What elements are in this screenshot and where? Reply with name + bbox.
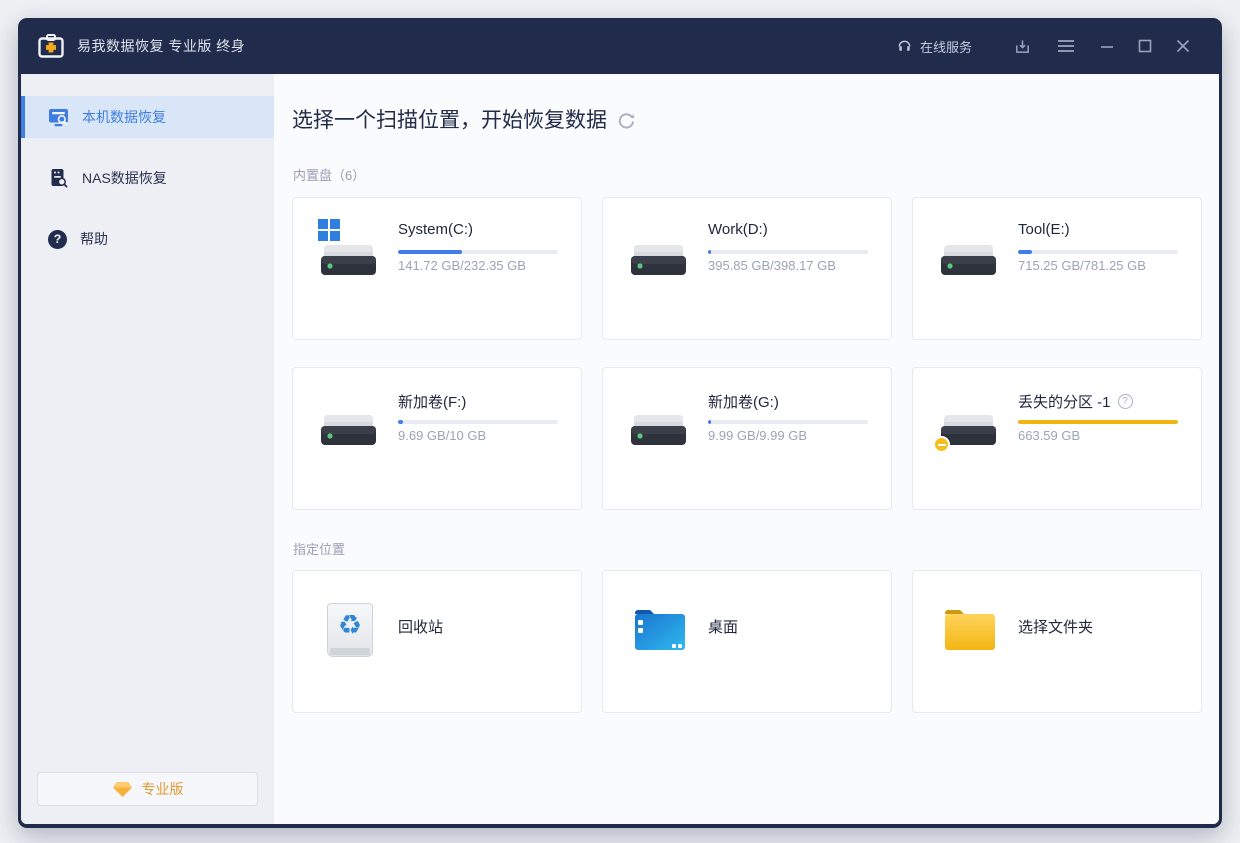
location-grid: ♻ 回收站: [292, 570, 1202, 713]
drive-card-work-d[interactable]: Work(D:) 395.85 GB/398.17 GB: [602, 197, 892, 340]
hard-drive-icon: [320, 243, 377, 277]
drive-usage-bar: [708, 420, 868, 424]
hard-drive-icon: [630, 413, 687, 447]
help-icon: ?: [48, 230, 67, 249]
recycle-bin-icon: ♻: [322, 602, 378, 658]
location-card-select-folder[interactable]: 选择文件夹: [912, 570, 1202, 713]
location-label: 选择文件夹: [1018, 571, 1093, 681]
location-label: 桌面: [708, 571, 738, 681]
drive-name: 新加卷(F:): [398, 391, 466, 412]
maximize-icon: [1138, 39, 1152, 53]
drive-name: System(C:): [398, 221, 473, 238]
sidebar-item-help[interactable]: ? 帮助: [21, 218, 274, 260]
app-window: 易我数据恢复 专业版 终身 在线服务: [18, 18, 1222, 828]
pro-edition-label: 专业版: [142, 779, 184, 799]
drive-usage-text: 715.25 GB/781.25 GB: [1018, 258, 1146, 273]
close-icon: [1176, 39, 1190, 53]
sidebar-item-nas-recovery[interactable]: NAS数据恢复: [21, 157, 274, 199]
location-label: 回收站: [398, 571, 443, 681]
location-card-desktop[interactable]: 桌面: [602, 570, 892, 713]
download-center-button[interactable]: [1001, 32, 1044, 61]
windows-logo-icon: [318, 219, 341, 242]
local-recovery-icon: [48, 107, 69, 128]
drive-name: 丢失的分区 -1 ?: [1018, 391, 1133, 412]
sidebar: 本机数据恢复 NAS数据恢复: [21, 74, 274, 824]
drive-grid-row-2: 新加卷(F:) 9.69 GB/10 GB: [292, 367, 1202, 510]
drive-usage-bar: [1018, 250, 1178, 254]
drive-name: 新加卷(G:): [708, 391, 779, 412]
section-label-specified-locations: 指定位置: [293, 539, 345, 558]
download-icon: [1014, 38, 1031, 55]
drive-name: Tool(E:): [1018, 221, 1070, 238]
drive-usage-bar: [398, 420, 558, 424]
drive-grid-row-1: System(C:) 141.72 GB/232.35 GB: [292, 197, 1202, 340]
window-body: 本机数据恢复 NAS数据恢复: [21, 74, 1219, 824]
drive-card-new-volume-g[interactable]: 新加卷(G:) 9.99 GB/9.99 GB: [602, 367, 892, 510]
hamburger-menu-icon: [1057, 39, 1075, 53]
question-mark-icon[interactable]: ?: [1118, 394, 1133, 409]
refresh-icon[interactable]: [617, 111, 636, 130]
app-title: 易我数据恢复 专业版 终身: [77, 36, 245, 56]
hard-drive-icon: [940, 243, 997, 277]
drive-usage-text: 141.72 GB/232.35 GB: [398, 258, 526, 273]
headset-icon: [896, 38, 913, 55]
online-service-label: 在线服务: [920, 37, 972, 56]
pro-edition-button[interactable]: 专业版: [37, 772, 258, 806]
main-panel: 选择一个扫描位置，开始恢复数据 内置盘（6）: [274, 74, 1219, 824]
diamond-icon: [112, 781, 133, 798]
titlebar: 易我数据恢复 专业版 终身 在线服务: [18, 18, 1222, 74]
drive-card-lost-partition[interactable]: 丢失的分区 -1 ? 663.59 GB: [912, 367, 1202, 510]
drive-card-system-c[interactable]: System(C:) 141.72 GB/232.35 GB: [292, 197, 582, 340]
online-service-button[interactable]: 在线服务: [883, 31, 985, 62]
nas-recovery-icon: [48, 168, 69, 189]
folder-icon: [942, 602, 998, 658]
drive-usage-text: 9.99 GB/9.99 GB: [708, 428, 807, 443]
desktop-folder-icon: [632, 602, 688, 658]
drive-usage-bar: [708, 250, 868, 254]
page-title: 选择一个扫描位置，开始恢复数据: [292, 104, 607, 134]
drive-usage-bar: [1018, 420, 1178, 424]
drive-card-new-volume-f[interactable]: 新加卷(F:) 9.69 GB/10 GB: [292, 367, 582, 510]
lost-partition-badge-icon: [933, 436, 950, 453]
location-card-recycle-bin[interactable]: ♻ 回收站: [292, 570, 582, 713]
section-label-internal-disks: 内置盘（6）: [293, 165, 365, 184]
app-logo-icon: [38, 34, 64, 58]
minimize-button[interactable]: [1088, 33, 1126, 59]
hard-drive-icon: [320, 413, 377, 447]
titlebar-controls: 在线服务: [883, 31, 1202, 62]
sidebar-item-local-recovery[interactable]: 本机数据恢复: [21, 96, 274, 138]
drive-card-tool-e[interactable]: Tool(E:) 715.25 GB/781.25 GB: [912, 197, 1202, 340]
drive-usage-text: 9.69 GB/10 GB: [398, 428, 486, 443]
sidebar-item-label: 帮助: [80, 229, 108, 249]
sidebar-item-label: NAS数据恢复: [82, 168, 167, 188]
page-title-row: 选择一个扫描位置，开始恢复数据: [292, 104, 636, 134]
hard-drive-icon: [630, 243, 687, 277]
maximize-button[interactable]: [1126, 33, 1164, 59]
desktop-background: 易我数据恢复 专业版 终身 在线服务: [0, 0, 1240, 843]
drive-usage-bar: [398, 250, 558, 254]
drive-usage-text: 395.85 GB/398.17 GB: [708, 258, 836, 273]
close-button[interactable]: [1164, 33, 1202, 59]
menu-button[interactable]: [1044, 33, 1088, 59]
minimize-icon: [1100, 39, 1114, 53]
drive-name: Work(D:): [708, 221, 768, 238]
drive-usage-text: 663.59 GB: [1018, 428, 1080, 443]
sidebar-item-label: 本机数据恢复: [82, 107, 166, 127]
